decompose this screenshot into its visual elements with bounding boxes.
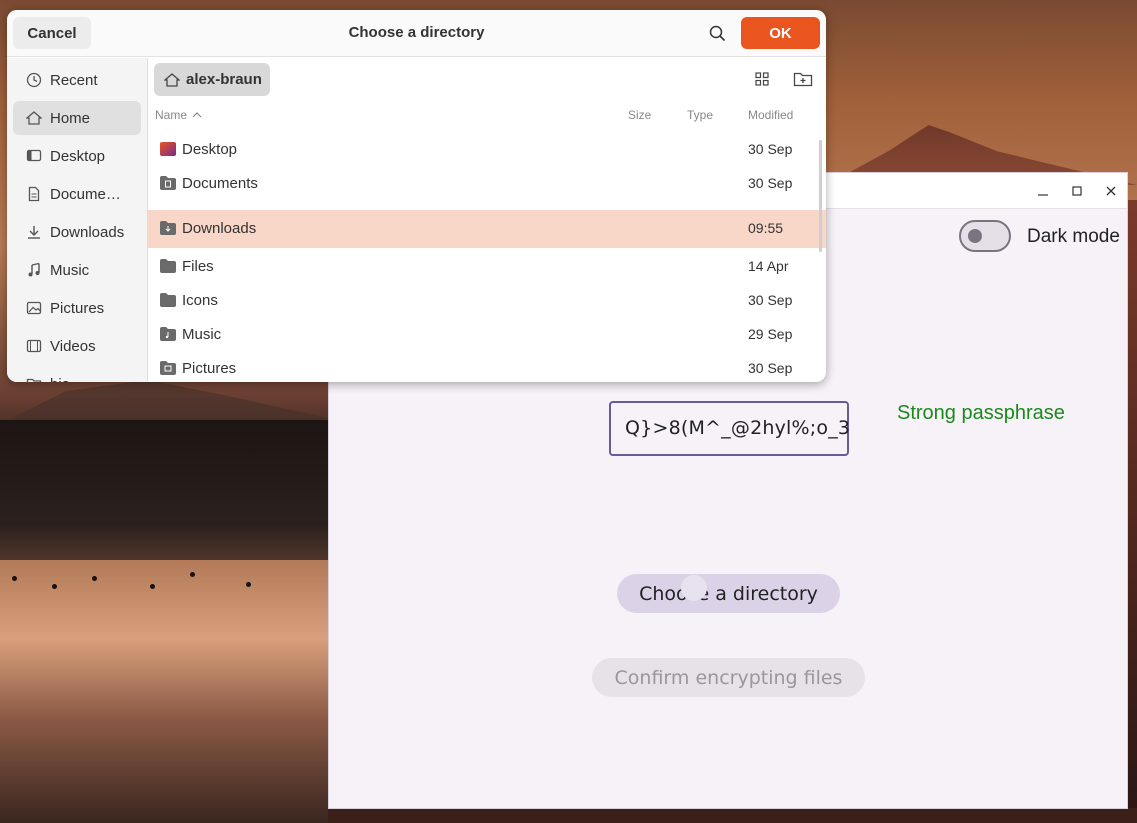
document-icon	[25, 185, 43, 203]
clock-icon	[25, 71, 43, 89]
wallpaper-shore	[0, 420, 330, 570]
buoy	[52, 584, 57, 589]
folder-icon	[25, 375, 43, 382]
sidebar-item-pictures[interactable]: Pictures	[13, 291, 141, 325]
sidebar-item-documents[interactable]: Docume…	[13, 177, 141, 211]
desktop-icon	[25, 147, 43, 165]
sidebar-item-label: Downloads	[50, 223, 125, 241]
desktop-folder-icon	[160, 142, 176, 156]
path-bar-label: alex-braun	[186, 71, 262, 88]
maximize-icon[interactable]	[1067, 181, 1087, 201]
home-icon	[164, 72, 180, 88]
buoy	[190, 572, 195, 577]
file-row-music[interactable]: Music 29 Sep	[148, 316, 826, 352]
file-row-desktop[interactable]: Desktop 30 Sep	[148, 131, 826, 167]
sort-ascending-icon	[190, 108, 204, 122]
click-ripple	[681, 575, 707, 601]
sidebar-item-label: Desktop	[50, 147, 106, 165]
sidebar-item-downloads[interactable]: Downloads	[13, 215, 141, 249]
music-icon	[25, 261, 43, 279]
file-modified: 09:55	[748, 220, 784, 236]
grid-view-icon[interactable]	[752, 69, 772, 89]
sidebar-item-music[interactable]: Music	[13, 253, 141, 287]
minimize-icon[interactable]	[1033, 181, 1053, 201]
dark-mode-label: Dark mode	[1027, 226, 1120, 247]
file-row-files[interactable]: Files 14 Apr	[148, 248, 826, 284]
sidebar-item-videos[interactable]: Videos	[13, 329, 141, 363]
file-name: Downloads	[182, 220, 257, 237]
download-icon	[25, 223, 43, 241]
choose-directory-button[interactable]: Choose a directory	[617, 574, 840, 613]
places-sidebar: Recent Home Desktop Docume… Downloads Mu…	[7, 58, 148, 382]
sidebar-item-label: Home	[50, 109, 91, 127]
sidebar-item-desktop[interactable]: Desktop	[13, 139, 141, 173]
folder-icon	[160, 259, 176, 273]
sidebar-item-home[interactable]: Home	[13, 101, 141, 135]
wallpaper-bottom	[328, 808, 1137, 823]
file-name: Icons	[182, 292, 218, 309]
file-list-scrollbar[interactable]	[819, 140, 822, 252]
dialog-header: Cancel Choose a directory OK	[7, 10, 826, 57]
file-modified: 30 Sep	[748, 292, 793, 308]
new-folder-icon[interactable]	[792, 69, 814, 89]
passphrase-input[interactable]: Q}>8(M^_@2hyl%;o_3	[609, 401, 850, 456]
picture-icon	[25, 299, 43, 317]
column-header-name-label: Name	[155, 108, 188, 122]
file-name: Pictures	[182, 360, 237, 377]
buoy	[246, 582, 251, 587]
file-name: Music	[182, 326, 222, 343]
file-chooser-dialog: Cancel Choose a directory OK Recent Home…	[7, 10, 826, 382]
sidebar-item-label: Docume…	[50, 185, 121, 203]
file-name: Files	[182, 258, 214, 275]
buoy	[150, 584, 155, 589]
home-icon	[25, 109, 43, 127]
sidebar-item-bia[interactable]: bia	[13, 367, 141, 382]
passphrase-strength-label: Strong passphrase	[897, 402, 1065, 424]
ok-button[interactable]: OK	[741, 17, 820, 49]
video-icon	[25, 337, 43, 355]
dialog-title: Choose a directory	[348, 24, 485, 41]
buoy	[12, 576, 17, 581]
file-row-pictures[interactable]: Pictures 30 Sep	[148, 350, 826, 382]
file-modified: 30 Sep	[748, 175, 793, 191]
buoy	[92, 576, 97, 581]
file-list: Desktop 30 Sep Documents 30 Sep Download…	[148, 131, 826, 382]
close-icon[interactable]	[1101, 181, 1121, 201]
search-icon[interactable]	[707, 23, 729, 45]
confirm-encrypting-button[interactable]: Confirm encrypting files	[592, 658, 865, 697]
sidebar-item-label: Pictures	[50, 299, 105, 317]
downloads-folder-icon	[160, 221, 176, 235]
dark-mode-toggle[interactable]	[959, 220, 1011, 252]
file-modified: 30 Sep	[748, 141, 793, 157]
file-modified: 30 Sep	[748, 360, 793, 376]
file-name: Documents	[182, 175, 258, 192]
sidebar-item-label: bia	[50, 376, 138, 383]
file-row-icons[interactable]: Icons 30 Sep	[148, 282, 826, 318]
file-row-documents[interactable]: Documents 30 Sep	[148, 165, 826, 201]
path-bar-home-button[interactable]: alex-braun	[154, 63, 270, 96]
music-folder-icon	[160, 327, 176, 341]
sidebar-item-label: Videos	[50, 337, 96, 355]
folder-icon	[160, 293, 176, 307]
file-name: Desktop	[182, 141, 238, 158]
file-modified: 29 Sep	[748, 326, 793, 342]
sidebar-item-recent[interactable]: Recent	[13, 63, 141, 97]
column-header-modified[interactable]: Modified	[748, 108, 793, 122]
file-row-downloads[interactable]: Downloads 09:55	[148, 210, 826, 248]
documents-folder-icon	[160, 176, 176, 190]
cancel-button[interactable]: Cancel	[13, 17, 91, 49]
column-header-size[interactable]: Size	[628, 108, 651, 122]
pictures-folder-icon	[160, 361, 176, 375]
column-header-name[interactable]: Name	[155, 108, 204, 122]
toggle-knob	[968, 229, 982, 243]
wallpaper-edge	[1128, 200, 1137, 823]
wallpaper-lake	[0, 560, 330, 823]
sidebar-item-label: Music	[50, 261, 90, 279]
file-modified: 14 Apr	[748, 258, 789, 274]
sidebar-item-label: Recent	[50, 71, 98, 89]
column-header-type[interactable]: Type	[687, 108, 713, 122]
